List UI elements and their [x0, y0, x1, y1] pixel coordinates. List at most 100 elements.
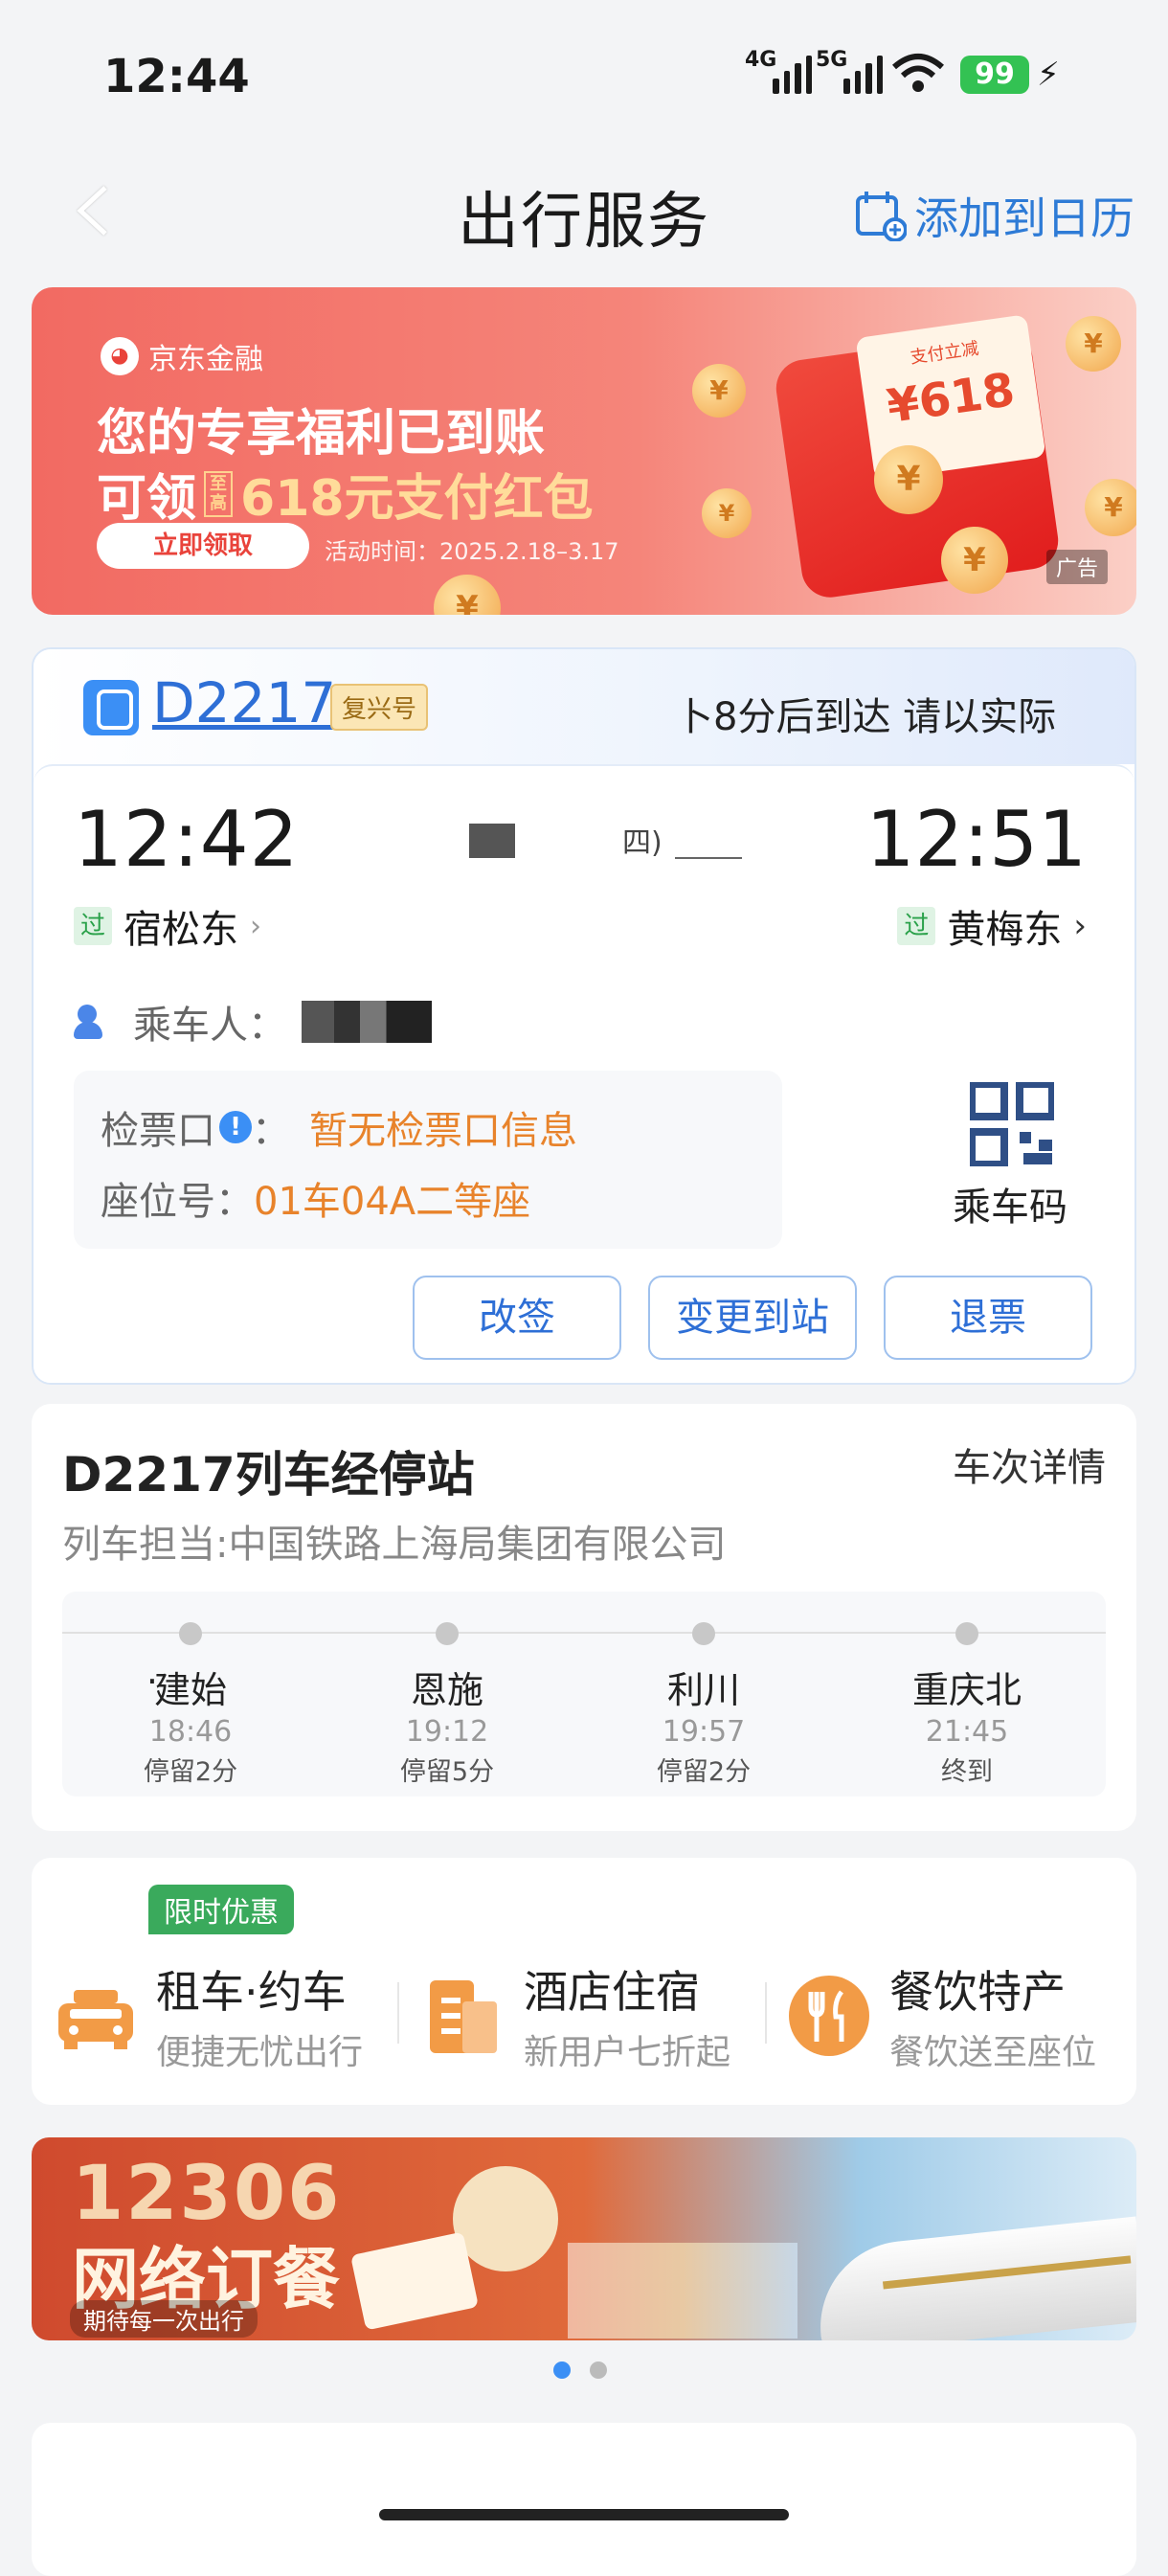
trip-card-header: D2217 复兴号 卜8分后到达 请以实际: [34, 649, 1134, 764]
coin-icon: ¥: [874, 445, 943, 514]
pass-tag: 过: [74, 907, 112, 945]
route-arrow: [675, 857, 742, 859]
service-subtitle: 餐饮送至座位: [889, 2033, 1097, 2072]
jd-finance-logo-icon: ◕: [101, 337, 139, 375]
battery-icon: 99: [960, 56, 1029, 94]
stop-name: 建始: [153, 1669, 227, 1711]
stops-card: D2217列车经停站 车次详情 列车担当:中国铁路上海局集团有限公司 · 建始 …: [32, 1404, 1136, 1831]
train-type-badge: 复兴号: [330, 684, 429, 731]
status-bar: 12:44 4G 5G 99 ⚡: [0, 0, 1168, 144]
seat-label: 座位号：: [101, 1180, 254, 1224]
stop-dot: [436, 1622, 459, 1645]
add-to-calendar-button[interactable]: 添加到日历: [855, 184, 1134, 247]
ticket-info-box: 检票口 ! ： 暂无检票口信息 座位号： 01车04A二等座: [74, 1071, 782, 1249]
calendar-icon: [856, 192, 907, 241]
departure-station-name: 宿松东: [124, 908, 238, 952]
meal-ad-slogan: 期待每一次出行: [70, 2300, 258, 2338]
service-car[interactable]: 租车·约车 便捷无忧出行: [53, 1957, 363, 2074]
passenger-label: 乘车人：: [133, 1004, 286, 1048]
meal-tray-icon: [349, 2231, 480, 2331]
stop-dot: [955, 1622, 978, 1645]
meal-box-icon: [453, 2166, 558, 2271]
ad-headline: 您的专享福利已到账: [97, 405, 546, 463]
gate-row: 检票口 ! ： 暂无检票口信息: [101, 1099, 577, 1155]
nav-bar: 出行服务 添加到日历: [0, 153, 1168, 268]
ad-subline-prefix: 可领: [97, 470, 197, 528]
arrival-station-name: 黄梅东: [947, 908, 1063, 952]
arrival-time: 12:51: [865, 795, 1087, 884]
stop-dwell: 停留5分: [399, 1757, 495, 1787]
stop-item[interactable]: 建始 18:46 停留2分: [95, 1592, 286, 1788]
boarding-code-label[interactable]: 乘车码: [953, 1176, 1067, 1232]
change-destination-button[interactable]: 变更到站: [648, 1276, 857, 1360]
stop-item[interactable]: 利川 19:57 停留2分: [608, 1592, 799, 1788]
train-number-link[interactable]: D2217: [152, 670, 336, 735]
stop-time: 21:45: [925, 1715, 1009, 1749]
gate-label: 检票口: [101, 1109, 215, 1153]
coin-icon: ¥: [941, 527, 1008, 594]
coin-icon: ¥: [702, 488, 752, 538]
stops-strip[interactable]: · 建始 18:46 停留2分 恩施 19:12 停留5分 利川 19:57 停…: [62, 1592, 1106, 1796]
trip-actions: 改签 变更到站 退票: [413, 1276, 1092, 1360]
seat-row: 座位号： 01车04A二等座: [101, 1170, 530, 1226]
passenger-icon: [74, 1005, 118, 1039]
meal-ad-banner[interactable]: 12306 网络订餐 期待每一次出行: [32, 2137, 1136, 2340]
service-subtitle: 新用户七折起: [524, 2033, 731, 2072]
info-icon[interactable]: !: [219, 1111, 252, 1143]
ad-brand: ◕ 京东金融: [101, 335, 263, 377]
stop-dwell: 停留2分: [656, 1757, 752, 1787]
top-ad-banner[interactable]: ◕ 京东金融 您的专享福利已到账 可领 至高 618元支付红包 立即领取 活动时…: [32, 287, 1136, 615]
chevron-right-icon: ›: [1073, 907, 1087, 945]
carousel-dot-active[interactable]: [553, 2361, 571, 2379]
carousel-dot[interactable]: [590, 2361, 607, 2379]
arrival-station[interactable]: 过 黄梅东 ›: [897, 898, 1087, 954]
stop-name: 重庆北: [911, 1669, 1022, 1711]
gate-value: 暂无检票口信息: [309, 1109, 577, 1153]
coin-icon: ¥: [1085, 479, 1136, 536]
stop-item[interactable]: 恩施 19:12 停留5分: [351, 1592, 543, 1788]
reschedule-button[interactable]: 改签: [413, 1276, 621, 1360]
stop-dwell: 终到: [941, 1757, 993, 1787]
service-title: 餐饮特产: [889, 1966, 1066, 2018]
divider: [765, 1982, 767, 2044]
redacted-block: [469, 824, 515, 858]
dining-icon: [789, 1976, 869, 2056]
coin-icon: ¥: [434, 575, 501, 615]
duration-text: 四): [622, 826, 663, 860]
passenger-row: 乘车人：: [74, 994, 432, 1050]
travelers-illustration: [568, 2243, 797, 2339]
refund-button[interactable]: 退票: [884, 1276, 1092, 1360]
ad-label: 广告: [1045, 550, 1108, 584]
high-speed-train-image: [812, 2216, 1136, 2340]
qr-code-icon[interactable]: [970, 1082, 1054, 1166]
home-indicator[interactable]: [379, 2509, 789, 2520]
ad-claim-button[interactable]: 立即领取: [97, 523, 309, 569]
stop-time: 19:12: [405, 1715, 489, 1749]
divider: [397, 1982, 399, 2044]
trip-card-body: 12:42 12:51 四) 过 宿松东 › 过 黄梅东 › 乘车人： 检票口 …: [34, 764, 1134, 1383]
trip-card[interactable]: D2217 复兴号 卜8分后到达 请以实际 12:42 12:51 四) 过 宿…: [32, 647, 1136, 1385]
train-icon: [83, 680, 139, 735]
service-title: 酒店住宿: [524, 1966, 700, 2018]
ad-brand-name: 京东金融: [148, 343, 263, 376]
ad-subline-tag: 至高: [204, 470, 234, 517]
stop-time: 19:57: [662, 1715, 746, 1749]
service-subtitle: 便捷无忧出行: [156, 2033, 364, 2072]
limited-offer-badge: 限时优惠: [148, 1885, 294, 1934]
departure-station[interactable]: 过 宿松东 ›: [74, 898, 261, 954]
stop-item[interactable]: 重庆北 21:45 终到: [871, 1592, 1063, 1788]
stop-dot: [179, 1622, 202, 1645]
signal-5g-icon: 5G: [816, 48, 883, 94]
train-operator: 列车担当:中国铁路上海局集团有限公司: [62, 1523, 727, 1567]
car-icon: [58, 1990, 133, 2049]
add-to-calendar-label: 添加到日历: [914, 192, 1134, 244]
ad-period: 活动时间：2025.2.18–3.17: [325, 538, 619, 565]
stop-dot: [692, 1622, 715, 1645]
service-title: 租车·约车: [156, 1966, 347, 2018]
service-dining[interactable]: 餐饮特产 餐饮送至座位: [786, 1957, 1096, 2074]
service-hotel[interactable]: 酒店住宿 新用户七折起: [420, 1957, 730, 2074]
seat-value: 01车04A二等座: [254, 1180, 531, 1224]
services-card: 限时优惠 租车·约车 便捷无忧出行 酒店住宿 新用户七折起 餐饮特产 餐饮送至座…: [32, 1858, 1136, 2105]
pass-tag: 过: [897, 907, 936, 945]
train-details-link[interactable]: 车次详情: [953, 1436, 1106, 1492]
